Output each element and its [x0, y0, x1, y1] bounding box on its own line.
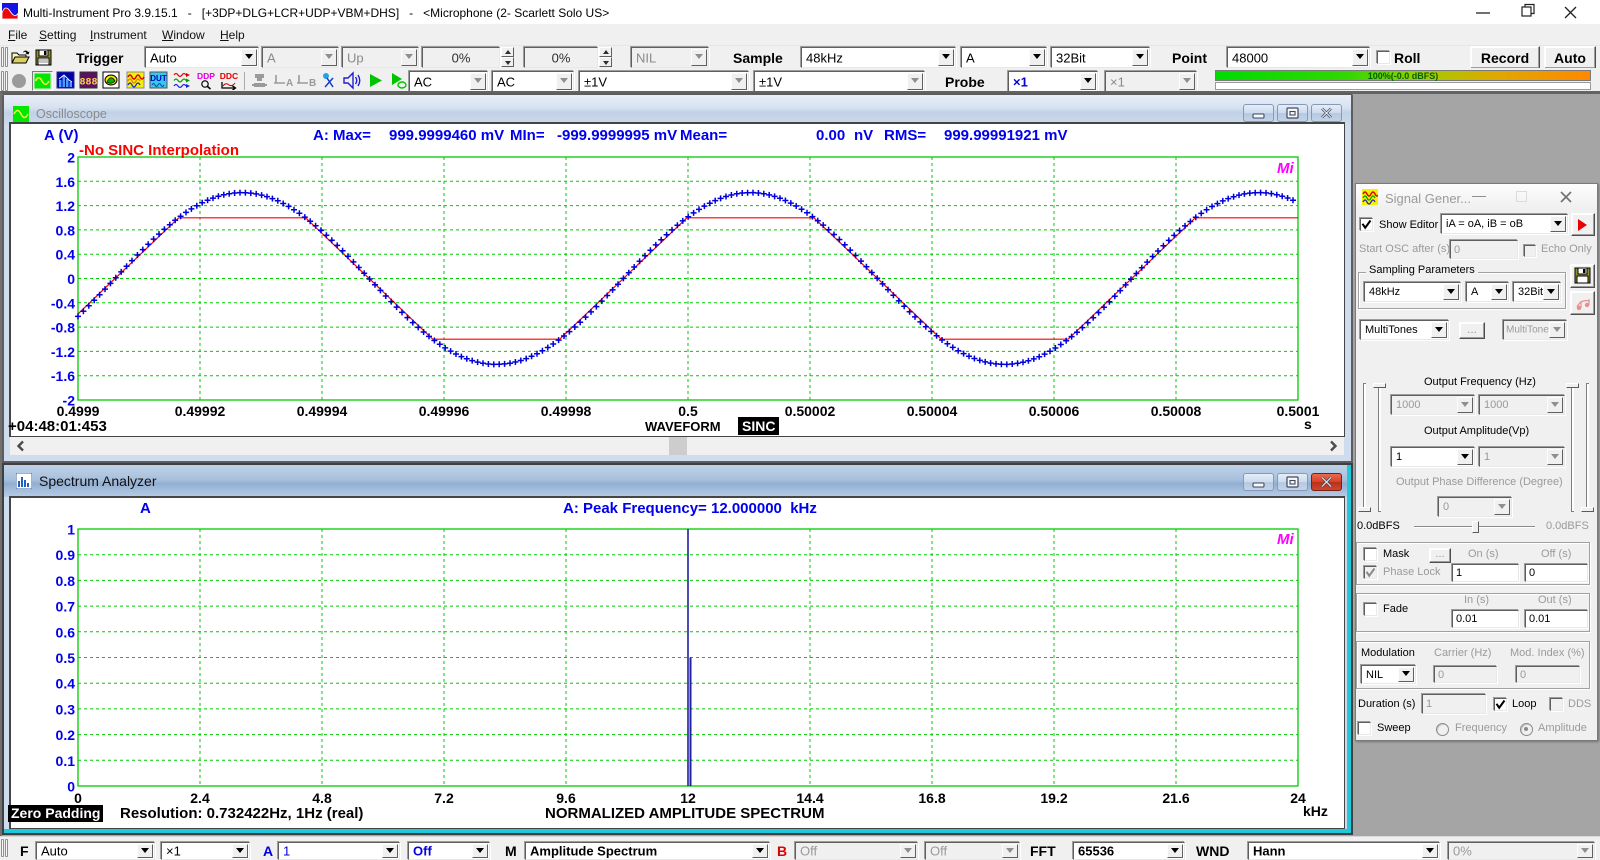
svg-text:2: 2	[67, 150, 75, 166]
svg-text:16.8: 16.8	[918, 790, 945, 806]
svg-text:14.4: 14.4	[796, 790, 823, 806]
svg-text:Mean=: Mean=	[680, 127, 727, 144]
svg-text:0.49994: 0.49994	[297, 403, 348, 419]
svg-text:B: B	[309, 78, 316, 89]
svg-text:0.9: 0.9	[56, 547, 76, 563]
svg-text:Mi: Mi	[1277, 531, 1294, 548]
svg-text:0.7: 0.7	[56, 599, 76, 615]
svg-text:0.2: 0.2	[56, 727, 76, 743]
svg-text:0.50004: 0.50004	[907, 403, 958, 419]
svg-text:0.8: 0.8	[56, 222, 76, 238]
svg-text:-999.9999995 mV: -999.9999995 mV	[557, 127, 677, 144]
svg-text:-No SINC Interpolation: -No SINC Interpolation	[79, 142, 239, 159]
svg-text:21.6: 21.6	[1162, 790, 1189, 806]
svg-text:0.5: 0.5	[678, 403, 698, 419]
svg-text:A: A	[286, 78, 293, 89]
svg-text:1.6: 1.6	[56, 174, 76, 190]
svg-text:4.8: 4.8	[312, 790, 332, 806]
svg-text:0.49992: 0.49992	[175, 403, 226, 419]
svg-text:0.4: 0.4	[56, 247, 76, 263]
svg-text:kHz: kHz	[1303, 803, 1328, 819]
svg-text:0.8: 0.8	[56, 573, 76, 589]
svg-text:0.00: 0.00	[816, 127, 845, 144]
svg-text:A: Max=: A: Max=	[313, 127, 371, 144]
svg-text:-0.4: -0.4	[51, 295, 75, 311]
svg-text:DDC: DDC	[220, 71, 238, 81]
svg-text:DDP: DDP	[197, 71, 215, 81]
svg-text:0: 0	[74, 790, 82, 806]
svg-text:0.1: 0.1	[56, 753, 76, 769]
svg-text:888: 888	[79, 78, 97, 89]
svg-text:0.49998: 0.49998	[541, 403, 592, 419]
svg-text:0.5: 0.5	[56, 650, 76, 666]
svg-text:Mi: Mi	[1277, 160, 1294, 177]
svg-text:nV: nV	[854, 127, 873, 144]
svg-text:A (V): A (V)	[44, 127, 78, 144]
svg-text:-1.2: -1.2	[51, 344, 75, 360]
svg-text:0.4999: 0.4999	[57, 403, 100, 419]
svg-text:0.50006: 0.50006	[1029, 403, 1080, 419]
svg-text:0.49996: 0.49996	[419, 403, 470, 419]
svg-text:1: 1	[67, 522, 75, 538]
svg-text:0.50008: 0.50008	[1151, 403, 1202, 419]
svg-text:RMS=: RMS=	[884, 127, 926, 144]
svg-text:0: 0	[67, 271, 75, 287]
svg-text:0.50002: 0.50002	[785, 403, 836, 419]
svg-text:s: s	[1304, 416, 1312, 432]
svg-text:19.2: 19.2	[1040, 790, 1067, 806]
svg-text:999.99991921 mV: 999.99991921 mV	[944, 127, 1067, 144]
svg-text:1.2: 1.2	[56, 198, 76, 214]
svg-text:7.2: 7.2	[434, 790, 454, 806]
svg-text:A: A	[140, 500, 151, 517]
svg-text:DUT: DUT	[150, 74, 167, 83]
svg-text:0.3: 0.3	[56, 701, 76, 717]
svg-text:-1.6: -1.6	[51, 368, 75, 384]
svg-text:9.6: 9.6	[556, 790, 576, 806]
svg-text:2.4: 2.4	[190, 790, 210, 806]
svg-text:A: Peak Frequency= 12.000000: A: Peak Frequency= 12.000000 kHz	[563, 500, 817, 517]
svg-text:-0.8: -0.8	[51, 320, 75, 336]
svg-text:12: 12	[680, 790, 696, 806]
svg-text:999.9999460 mV: 999.9999460 mV	[389, 127, 504, 144]
svg-text:0.4: 0.4	[56, 676, 76, 692]
svg-text:0.5001: 0.5001	[1277, 403, 1320, 419]
svg-text:0.6: 0.6	[56, 624, 76, 640]
svg-text:MIn=: MIn=	[510, 127, 545, 144]
